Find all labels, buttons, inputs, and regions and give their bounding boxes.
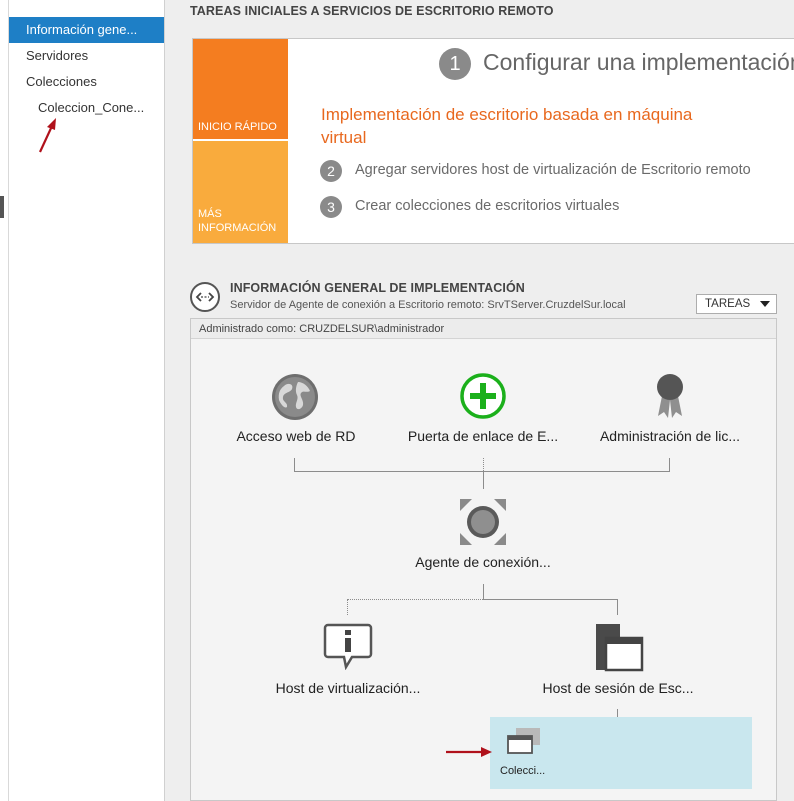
left-edge-strip [0,0,9,801]
quick-start-card: INICIO RÁPIDO MÁS INFORMACIÓN 1 Configur… [192,38,794,244]
tile-more-info[interactable]: MÁS INFORMACIÓN [193,141,288,243]
connector [483,584,484,599]
deployment-type-line1: Implementación de escritorio basada en m… [321,105,693,124]
nav-item-servers[interactable]: Servidores [9,43,164,69]
collection-label[interactable]: Colecci... [500,765,545,777]
deployment-type-line2: virtual [321,128,367,147]
connector [347,599,348,615]
step-1-number: 1 [439,48,471,80]
splitter-handle[interactable] [0,196,4,218]
connection-broker-icon[interactable] [458,497,508,547]
connector [483,458,484,471]
managed-as-bar: Administrado como: CRUZDELSUR\administra… [191,319,776,339]
navigation-pane: Información gene... Servidores Coleccion… [9,0,165,801]
connector [347,599,483,600]
step-3-number: 3 [320,196,342,218]
info-server-icon[interactable] [323,622,373,670]
quick-start-section-title: TAREAS INICIALES A SERVICIOS DE ESCRITOR… [190,4,554,18]
tile-quick-start[interactable]: INICIO RÁPIDO [193,39,288,139]
step-2-number: 2 [320,160,342,182]
step-1-title[interactable]: Configurar una implementación [483,49,794,76]
add-plus-icon[interactable] [459,372,507,420]
connector [483,599,617,600]
role-licensing-label[interactable]: Administración de lic... [586,428,754,444]
tasks-label: TAREAS [705,298,751,310]
connection-broker-server: Servidor de Agente de conexión a Escrito… [230,299,626,311]
role-web-access-label[interactable]: Acceso web de RD [226,428,366,444]
deployment-overview-title: INFORMACIÓN GENERAL DE IMPLEMENTACIÓN [230,281,525,295]
role-gateway-label[interactable]: Puerta de enlace de E... [398,428,568,444]
deployment-overview-icon [190,282,220,312]
nav-item-collections[interactable]: Colecciones [9,69,164,95]
tasks-dropdown[interactable]: TAREAS [696,294,777,314]
connector [483,471,484,489]
chevron-down-icon [760,301,770,307]
role-session-host-label[interactable]: Host de sesión de Esc... [530,680,706,696]
nav-item-collection-cone[interactable]: Coleccion_Cone... [9,95,164,121]
tile-more-info-line1: MÁS [198,208,222,220]
certificate-badge-icon[interactable] [652,372,688,420]
connector [617,709,618,717]
tile-quick-start-label: INICIO RÁPIDO [198,121,277,133]
red-arrow-annotation [39,118,56,153]
session-host-server-icon[interactable] [594,624,644,672]
step-2-link[interactable]: Agregar servidores host de virtualizació… [355,162,751,178]
connector [617,599,618,615]
collection-windows-icon [507,728,540,754]
role-virtualization-host-label[interactable]: Host de virtualización... [262,680,434,696]
role-broker-label[interactable]: Agente de conexión... [398,554,568,570]
nav-item-overview[interactable]: Información gene... [9,17,164,43]
deployment-type-subtitle: Implementación de escritorio basada en m… [321,103,692,149]
step-3-link[interactable]: Crear colecciones de escritorios virtual… [355,198,619,214]
globe-icon[interactable] [270,372,320,422]
connector [294,458,295,471]
tile-more-info-line2: INFORMACIÓN [198,222,277,234]
red-arrow-annotation [446,747,492,757]
connector [669,458,670,471]
connector [294,471,670,472]
